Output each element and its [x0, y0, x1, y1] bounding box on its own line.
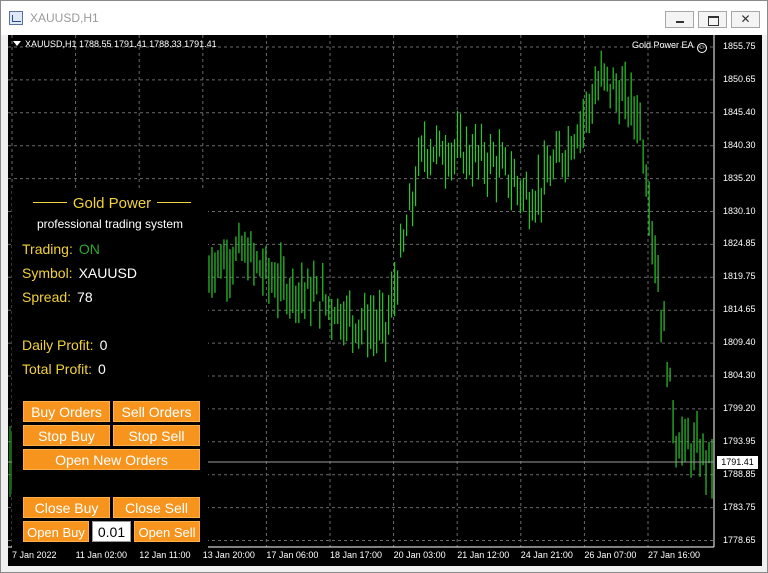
close-icon: ✕ [740, 12, 751, 26]
price-tick-label: 1855.75 [723, 41, 756, 51]
daily-profit-row: Daily Profit: 0 [22, 337, 107, 353]
price-tick-label: 1793.95 [723, 435, 756, 446]
stop-buy-button[interactable]: Stop Buy [23, 425, 110, 446]
panel-title-text: Gold Power [72, 195, 152, 212]
price-tick-label: 1835.20 [723, 172, 756, 183]
price-tick-label: 1840.30 [723, 139, 756, 150]
close-button[interactable]: ✕ [731, 11, 760, 28]
time-tick-label: 21 Jan 12:00 [457, 550, 510, 560]
time-tick-label: 17 Jan 06:00 [266, 550, 319, 560]
price-tick-label: 1804.30 [723, 370, 756, 380]
symbol-row: Symbol: XAUUSD [22, 265, 137, 281]
price-chart[interactable]: XAUUSD,H1 1788.55 1791.41 1788.33 1791.4… [8, 35, 762, 566]
price-tick-label: 1819.75 [723, 271, 756, 282]
lot-size-input[interactable]: 0.01 [92, 521, 131, 542]
daily-profit-label: Daily Profit: [22, 337, 94, 353]
price-tick-label: 1830.10 [723, 205, 756, 216]
spread-value: 78 [77, 289, 93, 305]
price-tick-label: 1850.65 [723, 73, 756, 84]
gold-power-panel: Gold Power professional trading system T… [12, 190, 208, 550]
time-tick-label: 26 Jan 07:00 [584, 550, 637, 560]
symbol-value: XAUUSD [78, 265, 137, 281]
time-tick-label: 24 Jan 21:00 [520, 550, 573, 560]
chart-symbol-ohlc: XAUUSD,H1 1788.55 1791.41 1788.33 1791.4… [25, 39, 217, 49]
title-rule-left [32, 202, 67, 203]
trading-value: ON [78, 241, 100, 257]
chart-menu-icon[interactable] [13, 41, 21, 46]
restore-button[interactable] [698, 11, 727, 28]
sell-orders-button[interactable]: Sell Orders [113, 401, 200, 422]
time-tick-label: 18 Jan 17:00 [330, 550, 383, 560]
time-tick-label: 27 Jan 16:00 [648, 550, 701, 560]
minimize-button[interactable] [665, 11, 694, 28]
time-tick-label: 11 Jan 02:00 [75, 550, 127, 560]
chart-window-icon [9, 11, 23, 25]
price-tick-label: 1778.65 [723, 534, 756, 545]
price-tick-label: 1783.75 [723, 501, 756, 512]
terminal-window: XAUUSD,H1 ✕ XAUUSD,H1 1788.55 1791.41 17… [0, 0, 768, 573]
price-tick-label: 1824.85 [723, 238, 756, 249]
expert-smiley-icon: ☺ [696, 43, 707, 53]
current-price-label: 1791.41 [717, 456, 758, 470]
trading-status: Trading: ON [22, 241, 100, 257]
time-tick-label: 7 Jan 2022 [12, 550, 57, 560]
trading-label: Trading: [22, 241, 73, 257]
total-profit-value: 0 [98, 361, 106, 377]
close-buy-button[interactable]: Close Buy [23, 497, 110, 518]
buy-orders-button[interactable]: Buy Orders [23, 401, 110, 422]
close-sell-button[interactable]: Close Sell [113, 497, 200, 518]
stop-sell-button[interactable]: Stop Sell [113, 425, 200, 446]
price-tick-label: 1809.40 [723, 337, 756, 348]
daily-profit-value: 0 [99, 337, 108, 353]
price-tick-label: 1814.65 [723, 304, 756, 315]
open-new-orders-button[interactable]: Open New Orders [23, 449, 200, 470]
expert-name: Gold Power EA [632, 40, 694, 50]
window-title: XAUUSD,H1 [30, 11, 99, 25]
expert-label: Gold Power EA ☺ [632, 40, 707, 53]
title-bar: XAUUSD,H1 ✕ [1, 1, 767, 35]
chart-header: XAUUSD,H1 1788.55 1791.41 1788.33 1791.4… [13, 39, 217, 49]
title-rule-right [157, 202, 192, 203]
panel-subtitle: professional trading system [36, 217, 184, 231]
open-buy-button[interactable]: Open Buy [23, 521, 89, 542]
spread-label: Spread: [22, 289, 72, 305]
time-tick-label: 13 Jan 20:00 [202, 550, 255, 560]
symbol-label: Symbol: [22, 265, 73, 281]
panel-title: Gold Power [22, 195, 202, 212]
total-profit-row: Total Profit: 0 [22, 361, 106, 377]
total-profit-label: Total Profit: [22, 361, 93, 377]
price-bars [205, 50, 713, 499]
spread-row: Spread: 78 [22, 289, 93, 305]
price-tick-label: 1788.85 [723, 468, 756, 479]
open-sell-button[interactable]: Open Sell [134, 521, 200, 542]
price-tick-label: 1799.20 [723, 402, 756, 413]
time-tick-label: 20 Jan 03:00 [393, 550, 446, 560]
time-tick-label: 12 Jan 11:00 [139, 550, 191, 560]
price-tick-label: 1845.40 [723, 106, 756, 117]
